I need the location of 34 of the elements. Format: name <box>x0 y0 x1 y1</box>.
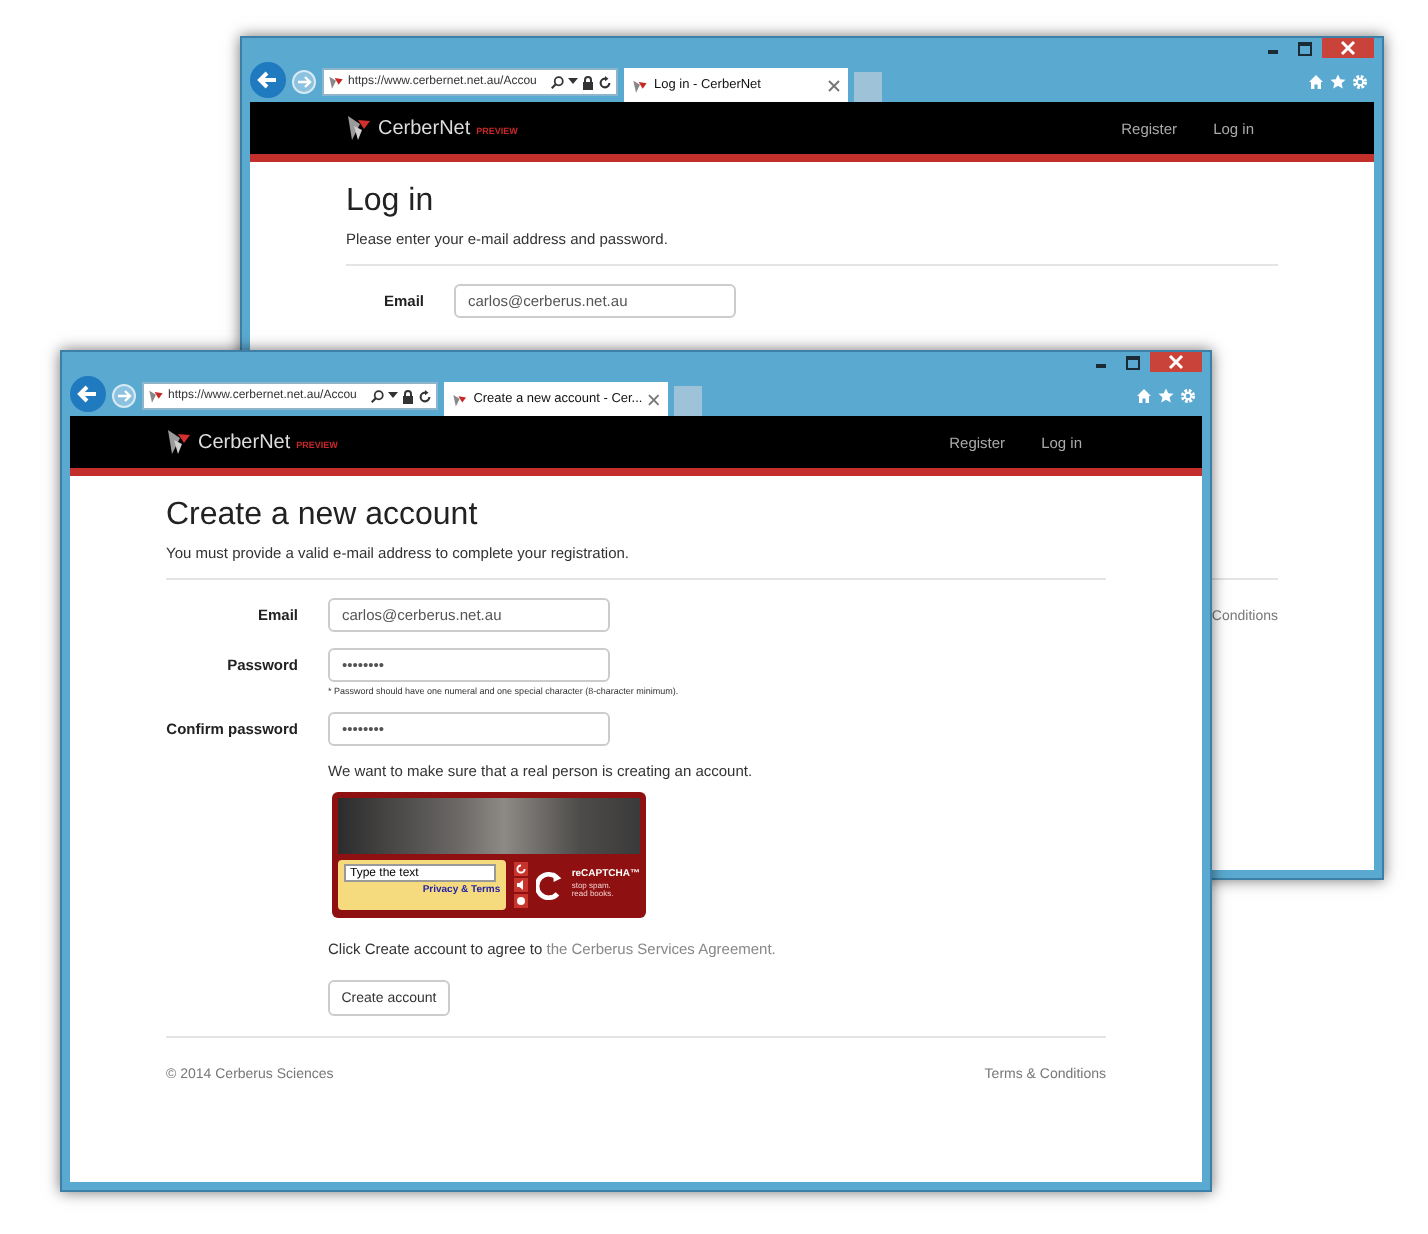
speaker-icon[interactable] <box>514 878 529 892</box>
settings-icon[interactable] <box>1180 388 1196 404</box>
refresh-icon[interactable] <box>598 75 612 89</box>
close-button[interactable] <box>1322 38 1374 58</box>
star-icon[interactable] <box>1330 74 1346 90</box>
search-icon[interactable] <box>370 389 384 403</box>
forward-arrow-icon[interactable] <box>112 384 136 408</box>
close-icon <box>1168 354 1184 370</box>
search-icon[interactable] <box>550 75 564 89</box>
bird-logo-icon <box>452 391 468 407</box>
brand-name[interactable]: CerberNet <box>378 117 471 139</box>
bird-logo-icon <box>148 388 164 404</box>
star-icon[interactable] <box>1158 388 1174 404</box>
caret-icon[interactable] <box>388 392 398 400</box>
bird-logo-icon[interactable] <box>346 114 372 142</box>
close-icon[interactable] <box>648 393 660 405</box>
home-icon[interactable] <box>1136 388 1152 404</box>
page-heading: Log in <box>346 184 436 220</box>
page-heading: Create a new account <box>166 498 480 534</box>
caret-icon[interactable] <box>568 78 578 86</box>
brand-name[interactable]: CerberNet <box>198 431 291 453</box>
bird-logo-icon[interactable] <box>166 428 192 456</box>
bird-logo-icon <box>632 77 648 93</box>
refresh-icon[interactable] <box>418 389 432 403</box>
bird-logo-icon <box>328 74 344 90</box>
lock-icon <box>402 389 414 403</box>
circular-arrow-icon <box>536 869 564 901</box>
lock-icon <box>582 75 594 89</box>
home-icon[interactable] <box>1308 74 1324 90</box>
forward-arrow-icon[interactable] <box>292 70 316 94</box>
settings-icon[interactable] <box>1352 74 1368 90</box>
close-button[interactable] <box>1150 352 1202 372</box>
close-icon <box>1340 40 1356 56</box>
close-icon[interactable] <box>828 79 840 91</box>
